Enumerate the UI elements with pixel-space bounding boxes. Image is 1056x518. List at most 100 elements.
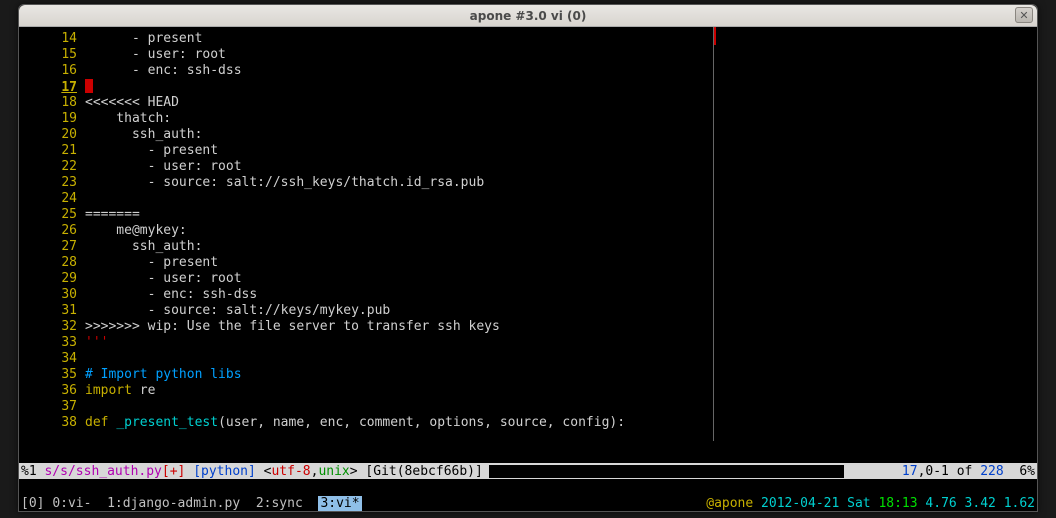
code-line[interactable]: 21 - present [21,143,1037,159]
code-line[interactable]: 17 [21,79,1037,95]
line-number: 33 [21,335,85,351]
window-title: apone #3.0 vi (0) [470,9,587,23]
code-area[interactable]: 14 - present15 - user: root16 - enc: ssh… [21,31,1037,431]
sb-filepath: s/s/ssh_auth.py [44,464,161,479]
close-button[interactable]: ✕ [1015,7,1033,23]
sb-tail: 6% [1004,464,1035,479]
code-line[interactable]: 23 - source: salt://ssh_keys/thatch.id_r… [21,175,1037,191]
code-token: <<<<<<< HEAD [85,95,179,110]
code-token: - user: root [85,271,242,286]
code-line[interactable]: 15 - user: root [21,47,1037,63]
tmux-load: 4.76 3.42 1.62 [925,496,1035,511]
code-token: me@mykey: [85,223,187,238]
line-number: 28 [21,255,85,271]
code-token: ssh_auth: [85,239,202,254]
line-number: 26 [21,223,85,239]
tmux-window-0[interactable]: 0:vi- [52,496,91,511]
close-icon: ✕ [1019,9,1028,22]
line-number: 23 [21,175,85,191]
line-number: 30 [21,287,85,303]
line-number: 19 [21,111,85,127]
cursor [85,79,93,93]
sb-pos-line: 17 [902,464,918,479]
line-number: 16 [21,63,85,79]
tmux-window-2[interactable]: 2:sync [256,496,303,511]
code-line[interactable]: 29 - user: root [21,271,1037,287]
code-line[interactable]: 31 - source: salt://keys/mykey.pub [21,303,1037,319]
sb-window-pct: %1 [21,464,37,479]
code-line[interactable]: 32>>>>>>> wip: Use the file server to tr… [21,319,1037,335]
code-token: - user: root [85,47,226,62]
editor-viewport[interactable]: 14 - present15 - user: root16 - enc: ssh… [19,27,1037,463]
tmux-statusline: [0] 0:vi- 1:django-admin.py 2:sync 3:vi*… [19,495,1037,511]
line-number: 15 [21,47,85,63]
sb-enc-a: utf-8 [271,464,310,479]
tmux-window-1[interactable]: 1:django-admin.py [107,496,240,511]
code-token: re [132,383,155,398]
line-number: 17 [21,80,85,96]
code-token: _present_test [116,415,218,430]
code-line[interactable]: 34 [21,351,1037,367]
code-token: - source: salt://ssh_keys/thatch.id_rsa.… [85,175,484,190]
code-token: ssh_auth: [85,127,202,142]
window-titlebar[interactable]: apone #3.0 vi (0) ✕ [19,5,1037,27]
line-number: 21 [21,143,85,159]
terminal-window: apone #3.0 vi (0) ✕ 14 - present15 - use… [18,4,1038,512]
code-line[interactable]: 38def _present_test(user, name, enc, com… [21,415,1037,431]
line-number: 24 [21,191,85,207]
code-line[interactable]: 19 thatch: [21,111,1037,127]
tmux-host: @apone [706,496,753,511]
line-number: 18 [21,95,85,111]
tmux-session: [0] [21,496,44,511]
code-token: - present [85,143,218,158]
vim-command-line[interactable] [19,479,1037,495]
code-line[interactable]: 26 me@mykey: [21,223,1037,239]
code-token: # Import python libs [85,367,242,382]
tmux-window-3-active[interactable]: 3:vi* [318,496,361,511]
code-line[interactable]: 14 - present [21,31,1037,47]
code-line[interactable]: 27 ssh_auth: [21,239,1037,255]
code-line[interactable]: 28 - present [21,255,1037,271]
code-token: (user, name, enc, comment, options, sour… [218,415,625,430]
code-line[interactable]: 33''' [21,335,1037,351]
line-number: 36 [21,383,85,399]
line-number: 29 [21,271,85,287]
code-line[interactable]: 37 [21,399,1037,415]
line-number: 37 [21,399,85,415]
line-number: 38 [21,415,85,431]
sb-modified: [+] [162,464,185,479]
code-token: ''' [85,335,108,350]
sb-pos-col: ,0-1 [918,464,949,479]
sb-enc-close: > [350,464,358,479]
line-number: 27 [21,239,85,255]
code-line[interactable]: 20 ssh_auth: [21,127,1037,143]
sb-enc-sep: , [311,464,319,479]
sb-filetype: [python] [193,464,256,479]
sb-git: [Git(8ebcf66b)] [365,464,482,479]
code-token: - present [85,255,218,270]
code-token: - enc: ssh-dss [85,287,257,302]
code-line[interactable]: 30 - enc: ssh-dss [21,287,1037,303]
tmux-time: 18:13 [878,496,917,511]
code-token: - present [85,31,202,46]
sb-enc-b: unix [318,464,349,479]
code-line[interactable]: 18<<<<<<< HEAD [21,95,1037,111]
code-line[interactable]: 35# Import python libs [21,367,1037,383]
vim-statusline: %1 s/s/ssh_auth.py [+] [python] < utf-8 … [19,463,1037,479]
sb-progress-bar [489,465,844,478]
code-token: - source: salt://keys/mykey.pub [85,303,390,318]
code-token: ======= [85,207,140,222]
line-number: 14 [21,31,85,47]
code-line[interactable]: 25======= [21,207,1037,223]
code-line[interactable]: 24 [21,191,1037,207]
code-token: thatch: [85,111,171,126]
line-number: 32 [21,319,85,335]
code-token: import [85,383,132,398]
code-token: >>>>>>> wip: Use the file server to tran… [85,319,500,334]
code-line[interactable]: 22 - user: root [21,159,1037,175]
split-divider [713,27,714,441]
code-line[interactable]: 16 - enc: ssh-dss [21,63,1037,79]
sb-enc-open: < [264,464,272,479]
line-number: 20 [21,127,85,143]
code-line[interactable]: 36import re [21,383,1037,399]
